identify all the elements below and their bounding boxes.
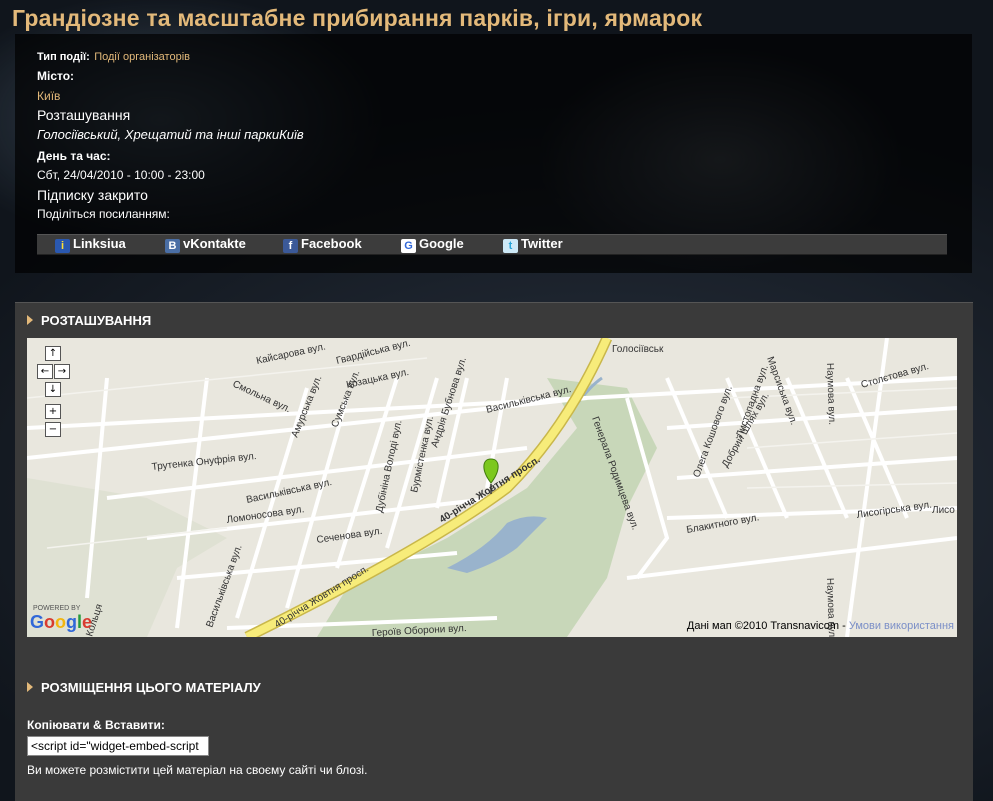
triangle-right-icon xyxy=(27,315,33,325)
svg-text:Наумова вул.: Наумова вул. xyxy=(824,363,837,425)
event-type-link[interactable]: Події організаторів xyxy=(94,51,190,63)
share-twitter-label: Twitter xyxy=(521,236,563,251)
map-canvas[interactable]: Кайсарова вул. Гвардійська вул. Смольна … xyxy=(27,338,957,637)
datetime-label: День та час: xyxy=(37,149,111,163)
map-credit-text: Дані мап ©2010 Transnavicom - xyxy=(686,620,849,632)
location-map[interactable]: Кайсарова вул. Гвардійська вул. Смольна … xyxy=(27,338,957,637)
embed-section-title: РОЗМІЩЕННЯ ЦЬОГО МАТЕРІАЛУ xyxy=(41,680,261,695)
event-info-panel: Тип події: Події організаторів Місто: Ки… xyxy=(15,34,972,273)
pan-right-button[interactable]: → xyxy=(54,364,70,379)
linksiua-icon: i xyxy=(55,239,70,253)
page-title: Грандіозне та масштабне прибирання паркі… xyxy=(12,5,703,31)
share-linksiua-label: Linksiua xyxy=(73,236,126,251)
share-facebook[interactable]: f Facebook xyxy=(283,236,362,253)
location-label: Розташування xyxy=(37,107,131,123)
location-value: Голосіївський, Хрещатий та інші паркиКиї… xyxy=(37,127,304,142)
share-google-label: Google xyxy=(419,236,464,251)
google-icon: G xyxy=(401,239,416,253)
embed-hint: Ви можете розмістити цей матеріал на сво… xyxy=(27,763,368,777)
pan-up-button[interactable]: ↑ xyxy=(45,346,61,361)
zoom-out-button[interactable]: − xyxy=(45,422,61,437)
event-type-label: Тип події: xyxy=(37,51,90,63)
embed-section-heading: РОЗМІЩЕННЯ ЦЬОГО МАТЕРІАЛУ xyxy=(27,680,261,695)
map-terms-link[interactable]: Умови використання xyxy=(849,620,954,632)
subscription-status: Підписку закрито xyxy=(37,187,148,203)
triangle-right-icon xyxy=(27,682,33,692)
facebook-icon: f xyxy=(283,239,298,253)
event-type-row: Тип події: Події організаторів xyxy=(37,47,190,65)
location-section-heading: РОЗТАШУВАННЯ xyxy=(27,313,151,328)
map-powered-by: POWERED BY xyxy=(33,605,81,612)
share-google[interactable]: G Google xyxy=(401,236,464,253)
map-credit: Дані мап ©2010 Transnavicom - Умови вико… xyxy=(687,620,954,632)
share-linksiua[interactable]: i Linksiua xyxy=(55,236,126,253)
location-section-title: РОЗТАШУВАННЯ xyxy=(41,313,152,328)
share-label: Поділіться посиланням: xyxy=(37,207,170,221)
twitter-icon: t xyxy=(503,239,518,253)
pan-left-button[interactable]: ← xyxy=(37,364,53,379)
google-logo: Google xyxy=(30,612,93,632)
copy-paste-label: Копіювати & Вставити: xyxy=(27,718,165,732)
city-link[interactable]: Київ xyxy=(37,89,60,103)
svg-text:Голосіївськ: Голосіївськ xyxy=(612,344,664,355)
pan-down-button[interactable]: ↓ xyxy=(45,382,61,397)
share-vkontakte-label: vKontakte xyxy=(183,236,246,251)
vkontakte-icon: B xyxy=(165,239,180,253)
zoom-in-button[interactable]: + xyxy=(45,404,61,419)
svg-text:Лисо: Лисо xyxy=(932,505,955,516)
share-vkontakte[interactable]: BvKontakte xyxy=(165,236,246,253)
datetime-value: Сбт, 24/04/2010 - 10:00 - 23:00 xyxy=(37,168,205,182)
share-facebook-label: Facebook xyxy=(301,236,362,251)
embed-code-input[interactable] xyxy=(27,736,209,756)
share-twitter[interactable]: t Twitter xyxy=(503,236,563,253)
content-panel: РОЗТАШУВАННЯ Кайсарова вул. Гвардійська … xyxy=(15,302,973,801)
city-label: Місто: xyxy=(37,69,75,83)
share-bar: i Linksiua BvKontakte f Facebook G Google t… xyxy=(37,234,947,255)
